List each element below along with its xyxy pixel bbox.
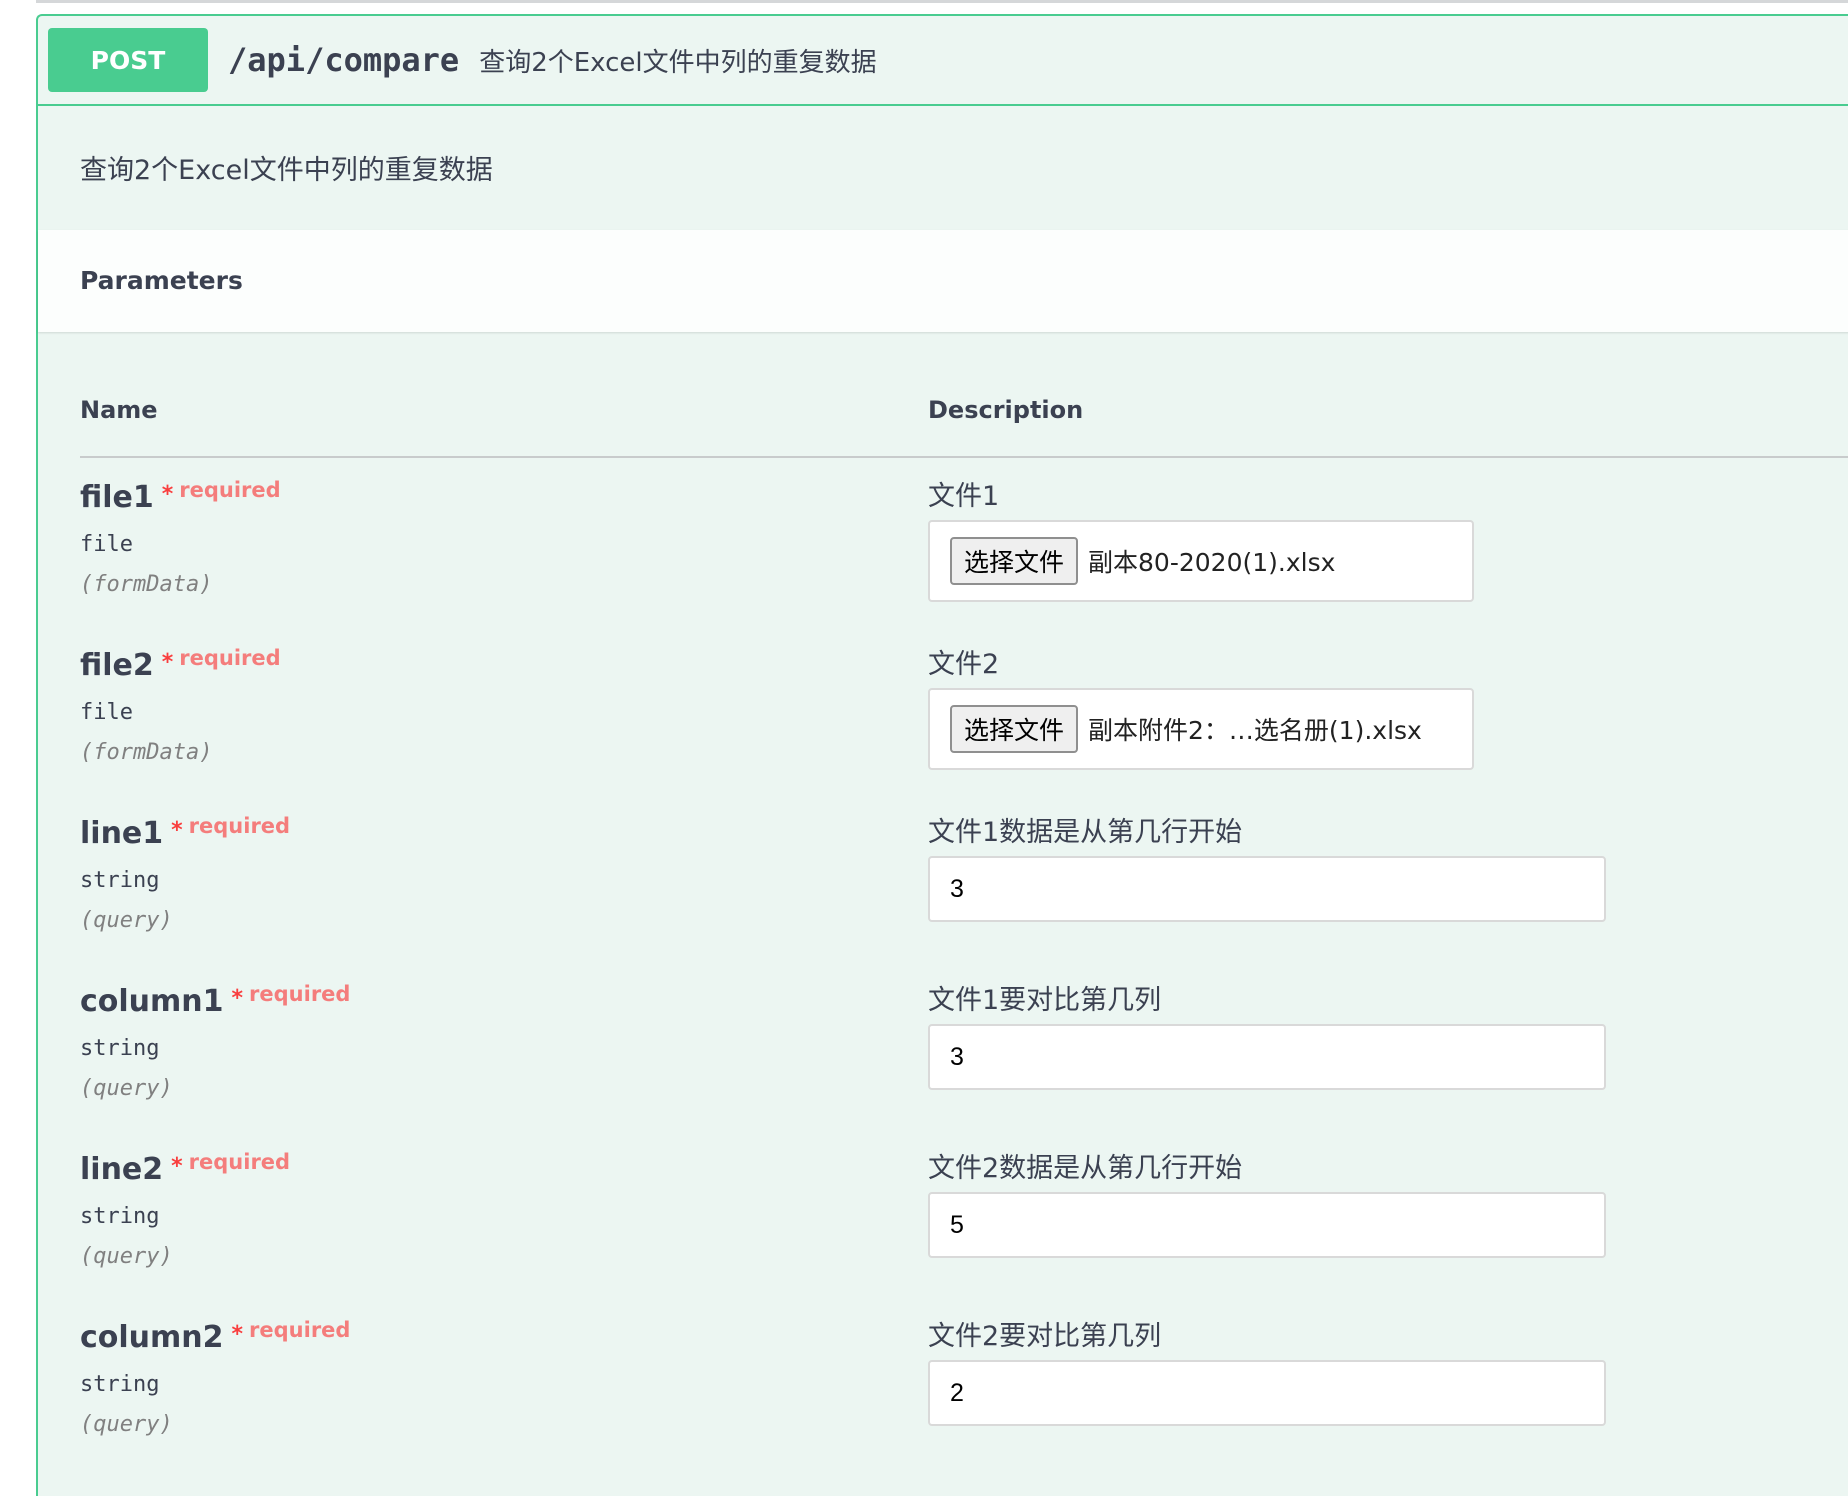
param-description: 文件1 <box>928 481 1000 512</box>
parameters-header: Parameters <box>38 230 1848 332</box>
required-star: * <box>231 986 244 1011</box>
param-name-text: line1 <box>80 816 164 851</box>
top-divider <box>36 0 1848 7</box>
param-in: (formData) <box>80 740 213 765</box>
param-row-line2: line2 * required string (query) 文件2数据是从第几行… <box>80 1134 1848 1302</box>
parameters-title: Parameters <box>80 266 243 295</box>
required-label: required <box>188 1150 291 1174</box>
line2-input[interactable] <box>928 1192 1606 1258</box>
method-badge[interactable]: POST <box>48 28 208 92</box>
column1-input[interactable] <box>928 1024 1606 1090</box>
selected-file-name: 副本附件2：…选名册(1).xlsx <box>1088 716 1422 745</box>
selected-file-name: 副本80-2020(1).xlsx <box>1088 548 1336 577</box>
param-type: string <box>80 868 160 893</box>
required-label: required <box>249 1318 351 1342</box>
choose-file-button[interactable]: 选择文件 <box>950 705 1079 753</box>
required-star: * <box>161 650 174 675</box>
name-column-header: Name <box>80 396 158 424</box>
param-name: line2 * required <box>80 1150 291 1187</box>
param-row-column1: column1 * required string (query) 文件1要对比第几… <box>80 966 1848 1134</box>
param-description: 文件2数据是从第几行开始 <box>928 1153 1243 1184</box>
param-name-text: file2 <box>80 648 154 683</box>
description-text: 查询2个Excel文件中列的重复数据 <box>80 155 493 186</box>
opblock-post: POST /api/compare 查询2个Excel文件中列的重复数据 查询2… <box>36 14 1848 1496</box>
param-row-column2: column2 * required string (query) 文件2要对比第几… <box>80 1302 1848 1470</box>
required-star: * <box>231 1322 244 1347</box>
param-row-file1: file1 * required file (formData) 文件1 选择文件 … <box>80 462 1848 630</box>
param-type: string <box>80 1372 160 1397</box>
param-name: file1 * required <box>80 478 281 515</box>
param-name: file2 * required <box>80 646 281 683</box>
summary-description: 查询2个Excel文件中列的重复数据 <box>479 47 877 78</box>
param-row-line1: line1 * required string (query) 文件1数据是从第几行… <box>80 798 1848 966</box>
param-name-text: column2 <box>80 1320 224 1355</box>
column2-input[interactable] <box>928 1360 1606 1426</box>
param-type: string <box>80 1036 160 1061</box>
parameters-table-header: Name Description <box>80 386 1848 458</box>
param-in: (formData) <box>80 572 213 597</box>
param-name-text: line2 <box>80 1152 164 1187</box>
param-type: string <box>80 1204 160 1229</box>
file-input-file2[interactable]: 选择文件 副本附件2：…选名册(1).xlsx <box>928 688 1474 770</box>
param-description: 文件2要对比第几列 <box>928 1321 1162 1352</box>
param-in: (query) <box>80 908 173 933</box>
choose-file-button[interactable]: 选择文件 <box>950 537 1079 585</box>
required-star: * <box>171 818 183 843</box>
endpoint-path: /api/compare <box>228 41 460 79</box>
param-type: file <box>80 700 133 725</box>
param-name: line1 * required <box>80 814 291 851</box>
required-label: required <box>188 814 291 838</box>
operation-description: 查询2个Excel文件中列的重复数据 <box>38 106 1848 230</box>
param-type: file <box>80 532 133 557</box>
param-name: column2 * required <box>80 1318 351 1355</box>
param-in: (query) <box>80 1412 173 1437</box>
param-in: (query) <box>80 1076 173 1101</box>
param-in: (query) <box>80 1244 173 1269</box>
description-column-header: Description <box>928 396 1084 424</box>
required-star: * <box>171 1154 183 1179</box>
param-name-text: file1 <box>80 480 154 515</box>
param-description: 文件1要对比第几列 <box>928 985 1162 1016</box>
param-name: column1 * required <box>80 982 351 1019</box>
file-input-file1[interactable]: 选择文件 副本80-2020(1).xlsx <box>928 520 1474 602</box>
line1-input[interactable] <box>928 856 1606 922</box>
opblock-summary[interactable]: POST /api/compare 查询2个Excel文件中列的重复数据 <box>38 16 1848 106</box>
param-description: 文件2 <box>928 649 1000 680</box>
required-label: required <box>179 646 281 670</box>
required-label: required <box>179 478 281 502</box>
param-row-file2: file2 * required file (formData) 文件2 选择文件 … <box>80 630 1848 798</box>
param-description: 文件1数据是从第几行开始 <box>928 817 1243 848</box>
required-label: required <box>249 982 351 1006</box>
required-star: * <box>161 482 174 507</box>
param-name-text: column1 <box>80 984 224 1019</box>
